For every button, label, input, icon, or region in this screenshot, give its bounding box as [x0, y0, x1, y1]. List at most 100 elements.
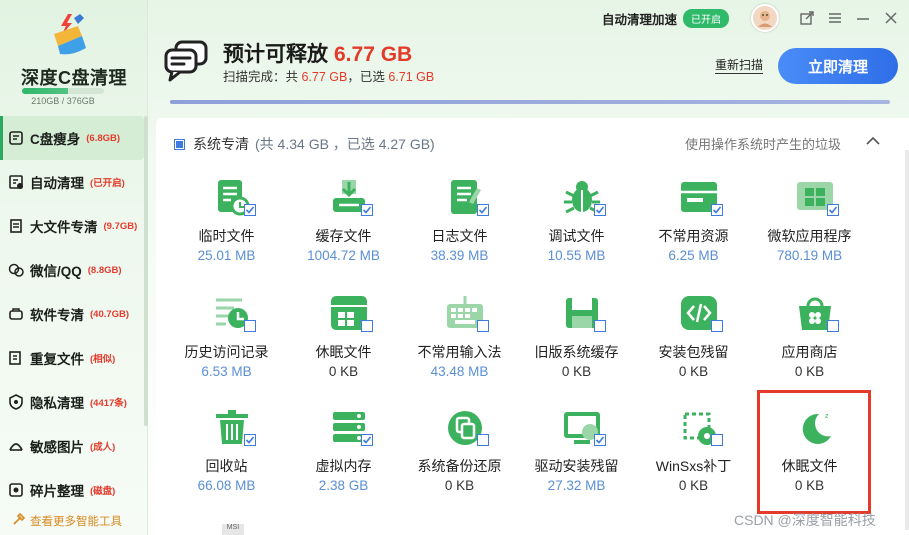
sidebar-item[interactable]: 敏感图片 (成人)	[0, 424, 148, 468]
tile-checkbox[interactable]	[477, 434, 489, 446]
tile-checkbox[interactable]	[244, 320, 256, 332]
cleanup-tile[interactable]: 旧版系统缓存 0 KB	[518, 290, 635, 396]
sidebar-item-label: 大文件专清	[30, 220, 98, 235]
tile-checkbox[interactable]	[244, 434, 256, 446]
title-bar: 自动清理加速 已开启	[602, 0, 909, 36]
sidebar-item[interactable]: 碎片整理 (磁盘)	[0, 468, 148, 512]
sidebar-item-badge: (9.7GB)	[103, 220, 138, 232]
tile-checkbox[interactable]	[711, 204, 723, 216]
cleanup-tile[interactable]: 不常用输入法 43.48 MB	[401, 290, 518, 396]
main-scrollbar[interactable]	[905, 150, 909, 530]
cleanup-tile[interactable]: 微软应用程序 780.19 MB	[751, 174, 868, 280]
disk-usage-bar	[22, 88, 104, 94]
tile-size: 25.01 MB	[197, 248, 256, 263]
tile-checkbox[interactable]	[361, 204, 373, 216]
app-window: 深度C盘清理 210GB / 376GB C盘瘦身 (6.8GB) 自动清理 (…	[0, 0, 909, 535]
avatar[interactable]	[751, 4, 779, 32]
sidebar-item[interactable]: 隐私清理 (4417条)	[0, 380, 148, 424]
section-title: 系统专清	[193, 136, 249, 152]
cleanup-tile[interactable]: 调试文件 10.55 MB	[518, 174, 635, 280]
cleanup-tile[interactable]: 休眠文件 0 KB	[285, 290, 402, 396]
cleanup-tile[interactable]: 应用商店 0 KB	[751, 290, 868, 396]
sidebar-item[interactable]: 大文件专清 (9.7GB)	[0, 204, 148, 248]
duplicate-icon	[8, 350, 24, 366]
cleanup-tile[interactable]: 临时文件 25.01 MB	[168, 174, 285, 280]
clean-now-button[interactable]: 立即清理	[778, 48, 898, 84]
cleanup-tile[interactable]: zz 休眠文件 0 KB	[751, 404, 868, 510]
tile-name: 调试文件	[548, 228, 605, 244]
scan-total: 6.77 GB	[301, 70, 348, 84]
sidebar-item-label: 重复文件	[30, 352, 84, 367]
tile-name: 休眠文件	[781, 458, 838, 474]
collapse-chevron-icon[interactable]	[862, 130, 884, 152]
tile-checkbox[interactable]	[594, 434, 606, 446]
cleanup-tile[interactable]: 虚拟内存 2.38 GB	[285, 404, 402, 510]
section-checkbox[interactable]	[174, 138, 185, 150]
tile-size: 10.55 MB	[547, 248, 606, 263]
cleanup-tile[interactable]: 缓存文件 1004.72 MB	[285, 174, 402, 280]
tile-checkbox[interactable]	[827, 320, 839, 332]
minimize-icon[interactable]	[849, 4, 877, 32]
tile-name: WinSxs补丁	[655, 458, 732, 474]
message-bubble-icon	[164, 40, 208, 82]
tile-checkbox[interactable]	[711, 320, 723, 332]
sidebar-item-label: C盘瘦身	[30, 132, 81, 147]
tile-checkbox[interactable]	[594, 320, 606, 332]
scan-mid: ，已选	[347, 70, 385, 84]
sidebar-item-label: 隐私清理	[30, 396, 84, 411]
close-icon[interactable]	[877, 4, 905, 32]
sidebar-item[interactable]: 软件专清 (40.7GB)	[0, 292, 148, 336]
headline-title: 预计可释放	[223, 43, 328, 66]
tile-checkbox[interactable]	[594, 204, 606, 216]
cleanup-tile[interactable]: 安装包残留 0 KB	[635, 290, 752, 396]
app-name: 深度C盘清理	[21, 68, 127, 88]
sidebar-item[interactable]: 重复文件 (相似)	[0, 336, 148, 380]
tile-size: 6.25 MB	[668, 248, 719, 263]
cleanup-tile[interactable]: WinSxs补丁 0 KB	[635, 404, 752, 510]
disk-usage-label: 210GB / 376GB	[31, 96, 95, 106]
headline-size: 6.77 GB	[334, 43, 413, 66]
moon-icon: zz	[802, 413, 831, 444]
cleanup-tile[interactable]: 日志文件 38.39 MB	[401, 174, 518, 280]
tile-checkbox[interactable]	[361, 434, 373, 446]
software-icon	[8, 306, 24, 322]
sidebar-item-badge: (已开启)	[90, 178, 125, 189]
msi-partial-icon: MSI	[222, 524, 244, 535]
more-tools-label: 查看更多智能工具	[30, 515, 122, 528]
tile-size: 27.32 MB	[547, 478, 606, 493]
sidebar-item-label: 软件专清	[30, 308, 84, 323]
sidebar-item-badge: (磁盘)	[90, 486, 116, 497]
tile-checkbox[interactable]	[711, 434, 723, 446]
cleanup-tile[interactable]: 回收站 66.08 MB	[168, 404, 285, 510]
sidebar-item-label: 自动清理	[30, 176, 84, 191]
menu-icon[interactable]	[821, 4, 849, 32]
sidebar-item-label: 微信/QQ	[30, 264, 82, 279]
sidebar-item[interactable]: 自动清理 (已开启)	[0, 160, 148, 204]
tile-checkbox[interactable]	[244, 204, 256, 216]
tile-checkbox[interactable]	[477, 204, 489, 216]
broom-logo-icon	[54, 14, 86, 55]
watermark: CSDN @深度智能科技	[734, 512, 876, 528]
auto-clean-status-badge[interactable]: 已开启	[683, 8, 729, 28]
cleanup-tile[interactable]: 系统备份还原 0 KB	[401, 404, 518, 510]
tile-checkbox[interactable]	[477, 320, 489, 332]
tile-checkbox[interactable]	[827, 204, 839, 216]
tile-size: 0 KB	[561, 364, 592, 379]
tile-name: 日志文件	[431, 228, 488, 244]
share-icon[interactable]	[793, 4, 821, 32]
cleanup-tile[interactable]: 驱动安装残留 27.32 MB	[518, 404, 635, 510]
tile-name: 安装包残留	[658, 344, 729, 360]
rescan-link[interactable]: 重新扫描	[715, 56, 764, 74]
sidebar-item[interactable]: C盘瘦身 (6.8GB)	[0, 116, 144, 160]
sidebar-scrollbar[interactable]	[144, 116, 148, 426]
main-panel: 系统专清 (共 4.34 GB ，已选 4.27 GB) 使用操作系统时产生的垃…	[156, 118, 909, 535]
headline: 预计可释放 6.77 GB	[223, 38, 412, 68]
tile-checkbox[interactable]	[361, 320, 373, 332]
scan-prefix: 扫描完成：共	[223, 70, 299, 84]
cleanup-tile[interactable]: 历史访问记录 6.53 MB	[168, 290, 285, 396]
cleanup-tile[interactable]: 不常用资源 6.25 MB	[635, 174, 752, 280]
sidebar-item[interactable]: 微信/QQ (8.8GB)	[0, 248, 148, 292]
tile-name: 缓存文件	[315, 228, 372, 244]
more-tools-link[interactable]: 查看更多智能工具	[12, 512, 122, 529]
tile-size: 6.53 MB	[201, 364, 252, 379]
